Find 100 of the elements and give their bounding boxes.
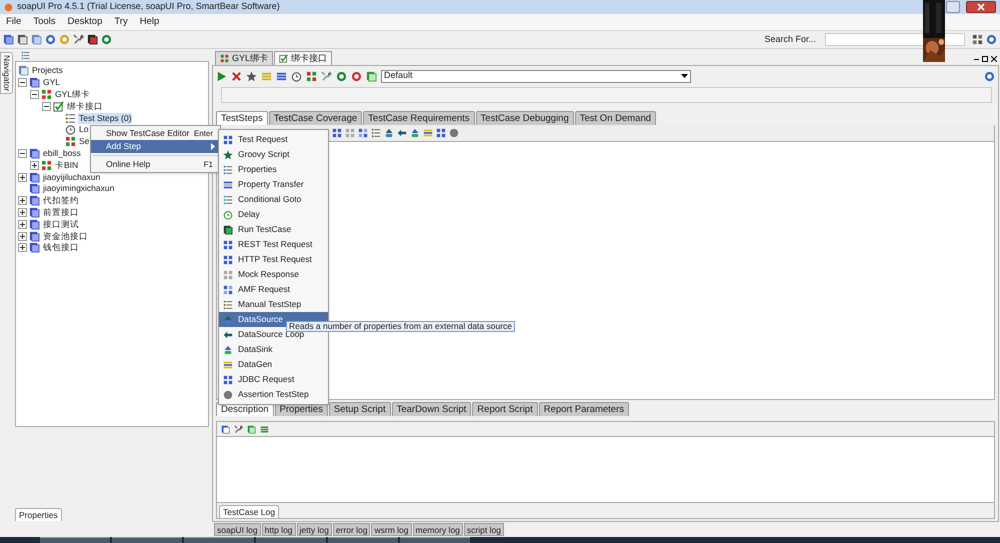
mock-grid-icon	[345, 128, 355, 138]
detail-tab[interactable]: Setup Script	[328, 402, 391, 416]
menu-item[interactable]: Properties	[219, 162, 328, 177]
menu-item[interactable]: Mock Response	[219, 267, 328, 282]
navigator-tab[interactable]: Navigator	[0, 52, 13, 94]
tree-item[interactable]: Test Steps (0)	[78, 112, 132, 124]
run-icon	[216, 70, 227, 82]
expand-toggle[interactable]	[18, 220, 27, 229]
editor-tab[interactable]: 绑卡接口	[274, 51, 332, 65]
mock-grid-icon	[223, 270, 233, 280]
menu-item[interactable]: Desktop	[68, 14, 102, 30]
amf-icon	[223, 284, 233, 294]
minimize-icon[interactable]	[974, 58, 979, 60]
close-icon[interactable]	[991, 56, 997, 62]
menu-item[interactable]: File	[6, 14, 22, 30]
http-grid-icon	[332, 128, 342, 138]
restore-button[interactable]	[946, 1, 960, 13]
book-icon	[87, 34, 98, 45]
testcase-tab[interactable]: TestCase Coverage	[268, 111, 362, 125]
menu-item[interactable]: DataGen	[219, 357, 328, 372]
log-tab[interactable]: script log	[464, 523, 504, 536]
tree-item[interactable]: Lo	[78, 124, 90, 136]
menu-item[interactable]: Delay	[219, 207, 328, 222]
add-icon	[366, 70, 377, 82]
expand-toggle[interactable]	[30, 160, 39, 170]
menu-item[interactable]: Try	[114, 14, 128, 30]
menu-item[interactable]: Online Help F1	[91, 158, 220, 171]
detail-tab[interactable]: Report Parameters	[538, 402, 629, 416]
rest-grid-icon	[223, 240, 233, 250]
testcase-tab[interactable]: TestCase Debugging	[476, 111, 574, 125]
tree-item[interactable]: 接口测试	[42, 218, 80, 230]
pages-icon	[31, 34, 42, 45]
testcase-log-tab[interactable]: TestCase Log	[219, 505, 279, 518]
steps-icon	[65, 112, 76, 124]
testcase-tab[interactable]: TestSteps	[216, 111, 268, 125]
log-tab[interactable]: wsrm log	[371, 523, 412, 536]
tree-item[interactable]: GYL绑卡	[54, 88, 92, 100]
log-tab[interactable]: memory log	[412, 523, 463, 536]
properties-tab[interactable]: Properties	[15, 508, 62, 521]
tree-item[interactable]: 资金池接口	[42, 230, 89, 242]
menu-item[interactable]: Show TestCase Editor Enter	[91, 127, 220, 140]
tree-item[interactable]: 钱包接口	[42, 242, 80, 254]
menu-item[interactable]: AMF Request	[219, 282, 328, 297]
menu-item[interactable]: Property Transfer	[219, 177, 328, 192]
detail-tab[interactable]: Report Script	[472, 402, 538, 416]
expand-toggle[interactable]	[18, 243, 27, 252]
close-icon	[977, 3, 985, 11]
menu-item[interactable]: Tools	[33, 14, 56, 30]
tree-item[interactable]: Projects	[31, 65, 64, 76]
jdbc-grid-icon	[436, 128, 446, 138]
editor-tab[interactable]: GYL绑卡	[215, 51, 274, 65]
menu-item[interactable]: Help	[140, 14, 160, 30]
expand-toggle[interactable]	[18, 232, 27, 241]
expand-toggle[interactable]	[18, 196, 27, 206]
expand-toggle[interactable]	[30, 90, 39, 99]
tree-item[interactable]: 代扣签约	[42, 195, 80, 206]
menu-item[interactable]: Assertion TestStep	[219, 387, 328, 402]
tree-item[interactable]: jiaoyimingxichaxun	[42, 183, 116, 194]
tree-item[interactable]: GYL	[42, 77, 62, 88]
menu-item[interactable]: Conditional Goto	[219, 192, 328, 207]
cancel-icon	[231, 70, 242, 82]
log-tab[interactable]: error log	[332, 523, 370, 536]
search-label: Search For...	[764, 32, 816, 46]
testcase-tab[interactable]: Test On Demand	[574, 111, 656, 125]
menu-item[interactable]: REST Test Request	[219, 237, 328, 252]
tree-item[interactable]: jiaoyijiluchaxun	[42, 172, 102, 183]
expand-toggle[interactable]	[18, 172, 27, 182]
loop-arrow-icon	[397, 128, 407, 138]
menu-item[interactable]: Manual TestStep	[219, 297, 328, 312]
close-button[interactable]	[966, 1, 996, 13]
tree-item[interactable]: ebill_boss	[42, 148, 82, 159]
dropdown-arrow-icon	[681, 74, 688, 78]
tree-item[interactable]: 卡BIN	[54, 160, 80, 171]
log-tab[interactable]: soapUI log	[214, 523, 261, 536]
menu-item[interactable]: Groovy Script	[219, 147, 328, 162]
expand-toggle[interactable]	[42, 102, 51, 111]
maximize-icon[interactable]	[982, 56, 988, 62]
expand-toggle[interactable]	[18, 208, 27, 217]
menu-item[interactable]: JDBC Request	[219, 372, 328, 387]
project-icon	[29, 195, 40, 206]
expand-toggle[interactable]	[18, 78, 27, 88]
testcase-tab[interactable]: TestCase Requirements	[363, 111, 475, 125]
sink-icon	[410, 128, 420, 138]
submenu-arrow-icon	[211, 143, 215, 150]
log-tab[interactable]: jetty log	[296, 523, 332, 536]
soap-grid-icon	[223, 134, 233, 144]
environment-select[interactable]: Default	[381, 70, 691, 82]
menu-item[interactable]: HTTP Test Request	[219, 252, 328, 267]
tree-item[interactable]: 前置接口	[42, 206, 80, 218]
tooltip: Reads a number of properties from an external data source	[286, 321, 516, 332]
expand-toggle[interactable]	[18, 148, 27, 158]
menu-item[interactable]: DataSink	[219, 342, 328, 357]
menu-item[interactable]: Add Step	[91, 140, 220, 153]
tree-item[interactable]: Se	[78, 136, 90, 148]
project-icon	[29, 218, 40, 230]
menu-item[interactable]: Run TestCase	[219, 222, 328, 237]
log-tab[interactable]: http log	[262, 523, 296, 536]
menu-item[interactable]: Test Request	[219, 132, 328, 147]
detail-tab[interactable]: TearDown Script	[392, 402, 472, 416]
tree-item[interactable]: 绑卡接口	[66, 100, 104, 112]
